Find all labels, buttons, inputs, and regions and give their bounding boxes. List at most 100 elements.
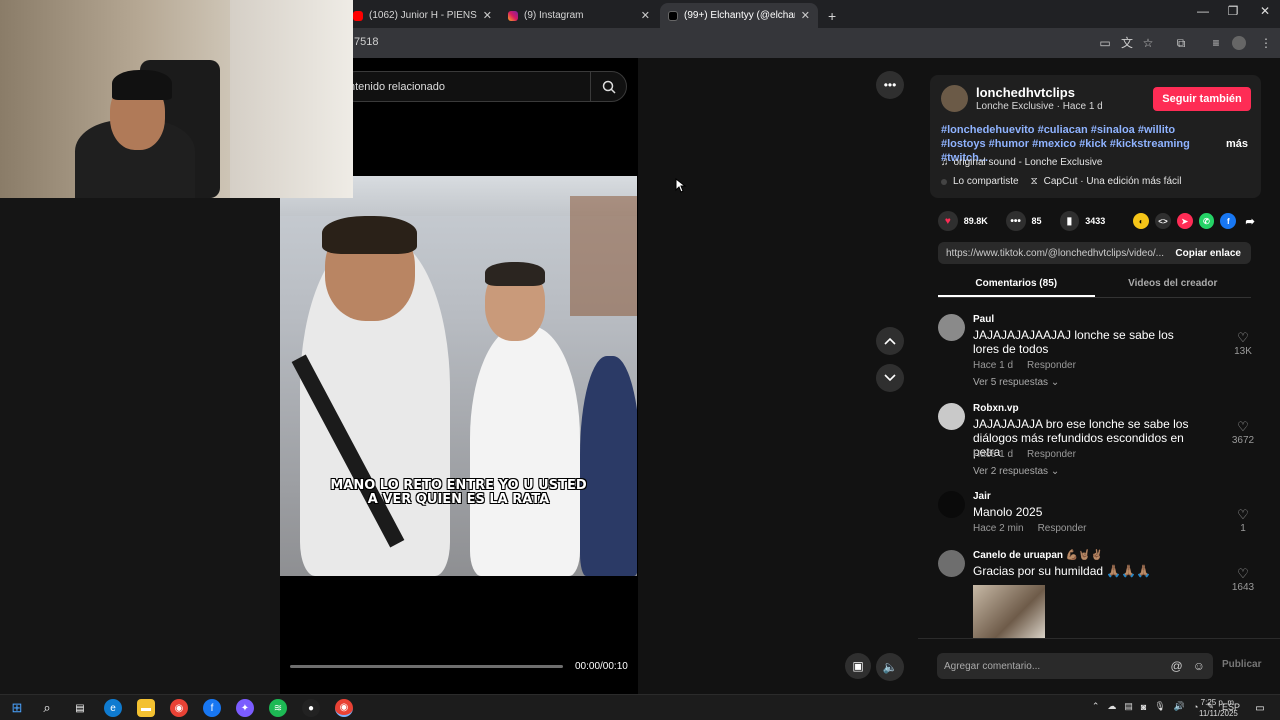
save-button[interactable]: ▮ xyxy=(1059,211,1080,231)
send-icon[interactable]: ➤ xyxy=(1176,213,1193,229)
comment-like-button[interactable]: ♡ 3672 xyxy=(1228,419,1258,446)
chrome-active-icon[interactable]: ◉ xyxy=(335,699,353,717)
search-bar[interactable]: ntenido relacionado xyxy=(340,71,627,102)
like-button[interactable]: ♥ xyxy=(938,211,958,231)
tab-tiktok[interactable]: (99+) Elchantyy (@elchantyyyy ✕ xyxy=(660,3,818,28)
close-tab-icon[interactable]: ✕ xyxy=(483,9,492,22)
mention-icon[interactable]: @ xyxy=(1171,659,1183,673)
search-input[interactable]: ntenido relacionado xyxy=(349,81,445,93)
chevron-up-icon[interactable]: ⌃ xyxy=(1092,701,1100,712)
author-username[interactable]: lonchedhvtclips xyxy=(976,85,1075,100)
share-arrow-icon[interactable]: ➦ xyxy=(1242,213,1258,229)
mic-icon[interactable]: 🎙 xyxy=(1154,701,1165,712)
facebook-icon[interactable]: f xyxy=(203,699,221,717)
menu-dots-icon[interactable]: ⋮ xyxy=(1257,34,1275,52)
reply-button[interactable]: Responder xyxy=(1027,360,1076,371)
extensions-icon[interactable]: ⧉ xyxy=(1172,34,1190,52)
previous-video-button[interactable] xyxy=(876,327,904,355)
commenter-name[interactable]: Robxn.vp xyxy=(973,403,1019,414)
minimize-icon[interactable]: — xyxy=(1188,4,1218,18)
next-video-button[interactable] xyxy=(876,364,904,392)
music-link[interactable]: ♫ original sound - Lonche Exclusive xyxy=(941,157,1102,168)
cast-icon[interactable]: ▭ xyxy=(1096,34,1114,52)
video-frame[interactable]: MANO LO RETO ENTRE YO U USTED A VER QUIE… xyxy=(280,176,637,576)
commenter-name[interactable]: Canelo de uruapan 💪🏽🤘🏽✌🏽 xyxy=(973,550,1103,561)
messenger-icon[interactable]: ✦ xyxy=(236,699,254,717)
post-comment-button[interactable]: Publicar xyxy=(1222,659,1261,670)
commenter-name[interactable]: Paul xyxy=(973,314,994,325)
view-replies-button[interactable]: Ver 2 respuestas ⌄ xyxy=(973,466,1059,477)
follow-button[interactable]: Seguir también xyxy=(1153,87,1251,111)
view-replies-label: Ver 2 respuestas xyxy=(973,466,1049,477)
view-replies-button[interactable]: Ver 5 respuestas ⌄ xyxy=(973,377,1059,388)
cloud-icon[interactable]: ☁ xyxy=(1107,701,1116,712)
whatsapp-icon[interactable]: ✆ xyxy=(1198,213,1215,229)
commenter-avatar[interactable] xyxy=(938,491,965,518)
speaker-icon[interactable]: 🔊 xyxy=(1174,701,1185,712)
commenter-avatar[interactable] xyxy=(938,550,965,577)
embed-icon[interactable]: <> xyxy=(1155,213,1171,229)
spotify-icon[interactable]: ≋ xyxy=(269,699,287,717)
webcam-wall xyxy=(230,0,353,198)
emoji-icon[interactable]: ☺ xyxy=(1193,659,1205,673)
search-icon[interactable]: ⌕ xyxy=(38,699,56,717)
comment-like-button[interactable]: ♡ 1 xyxy=(1228,507,1258,534)
clock[interactable]: 7:25 p. m. 11/11/2025 xyxy=(1199,697,1238,719)
comment-time: Hace 2 min xyxy=(973,523,1024,534)
tab-instagram[interactable]: (9) Instagram ✕ xyxy=(500,3,658,28)
reply-button[interactable]: Responder xyxy=(1038,523,1087,534)
capcut-icon: ⧖ xyxy=(1030,176,1038,187)
commenter-name[interactable]: Jair xyxy=(973,491,991,502)
comment-like-button[interactable]: ♡ 13K xyxy=(1228,330,1258,357)
task-view-icon[interactable]: ▤ xyxy=(71,699,89,717)
close-tab-icon[interactable]: ✕ xyxy=(801,9,810,22)
reply-button[interactable]: Responder xyxy=(1027,449,1076,460)
bookmark-star-icon[interactable]: ☆ xyxy=(1139,34,1157,52)
more-options-button[interactable]: ••• xyxy=(876,71,904,99)
close-window-icon[interactable]: ✕ xyxy=(1250,4,1280,18)
tab-creator-videos[interactable]: Videos del creador xyxy=(1095,272,1252,297)
url-text[interactable]: 7518 xyxy=(354,36,378,48)
windows-start-icon[interactable]: ⊞ xyxy=(8,699,26,717)
notifications-icon[interactable]: ▭ xyxy=(1251,699,1269,717)
obs-icon[interactable]: ● xyxy=(302,699,320,717)
person-right xyxy=(580,356,637,576)
comment-like-count: 13K xyxy=(1234,346,1252,357)
more-button[interactable]: más xyxy=(1226,138,1248,150)
comment-input[interactable]: Agregar comentario... @ ☺ xyxy=(937,653,1213,679)
media-icon[interactable]: ≡ xyxy=(1207,34,1225,52)
commenter-avatar[interactable] xyxy=(938,403,965,430)
facebook-icon[interactable]: f xyxy=(1220,213,1237,229)
volume-button[interactable]: 🔈 xyxy=(876,653,904,681)
new-tab-button[interactable]: + xyxy=(820,3,840,28)
network-icon[interactable]: ▤ xyxy=(1124,701,1133,712)
profile-avatar[interactable] xyxy=(1232,36,1246,50)
edge-icon[interactable]: e xyxy=(104,699,122,717)
close-tab-icon[interactable]: ✕ xyxy=(641,9,650,22)
heart-outline-icon: ♡ xyxy=(1237,330,1249,345)
pip-button[interactable]: ▣ xyxy=(845,653,871,679)
comment-button[interactable]: ••• xyxy=(1005,211,1026,231)
tab-comments[interactable]: Comentarios (85) xyxy=(938,272,1095,297)
translate-icon[interactable]: 文 xyxy=(1118,34,1136,52)
tab-youtube[interactable]: (1062) Junior H - PIENSALO [O ✕ xyxy=(345,3,500,28)
video-progress-bar[interactable] xyxy=(290,665,563,668)
video-link[interactable]: https://www.tiktok.com/@lonchedhvtclips/… xyxy=(946,248,1164,259)
share-friends-icon[interactable]: ◐ xyxy=(1133,213,1150,229)
copy-link-button[interactable]: Copiar enlace xyxy=(1165,248,1251,259)
new-tab-label: + xyxy=(828,7,837,24)
file-explorer-icon[interactable]: ▬ xyxy=(137,699,155,717)
windows-taskbar: ⊞ ⌕ ▤ e ▬ ◉ f ✦ ≋ ● ◉ ⌃ ☁ ▤ ◙ 🎙 🔊 ◔ ✎ ES… xyxy=(0,694,1280,720)
author-avatar[interactable] xyxy=(941,85,968,112)
camera-icon[interactable]: ◙ xyxy=(1141,702,1146,712)
comment-like-button[interactable]: ♡ 1643 xyxy=(1228,566,1258,593)
search-button[interactable] xyxy=(590,72,626,101)
comment-item: Paul JAJAJAJAJAAJAJ lonche se sabe los l… xyxy=(938,314,1258,394)
comment-image[interactable] xyxy=(973,585,1045,638)
capcut-link[interactable]: CapCut · Una edición más fácil xyxy=(1044,176,1182,187)
commenter-avatar[interactable] xyxy=(938,314,965,341)
chrome-icon[interactable]: ◉ xyxy=(170,699,188,717)
restore-icon[interactable]: ❐ xyxy=(1218,4,1248,18)
music-note-icon: ♫ xyxy=(941,157,949,168)
wifi-icon[interactable]: ◔ xyxy=(1193,702,1198,712)
